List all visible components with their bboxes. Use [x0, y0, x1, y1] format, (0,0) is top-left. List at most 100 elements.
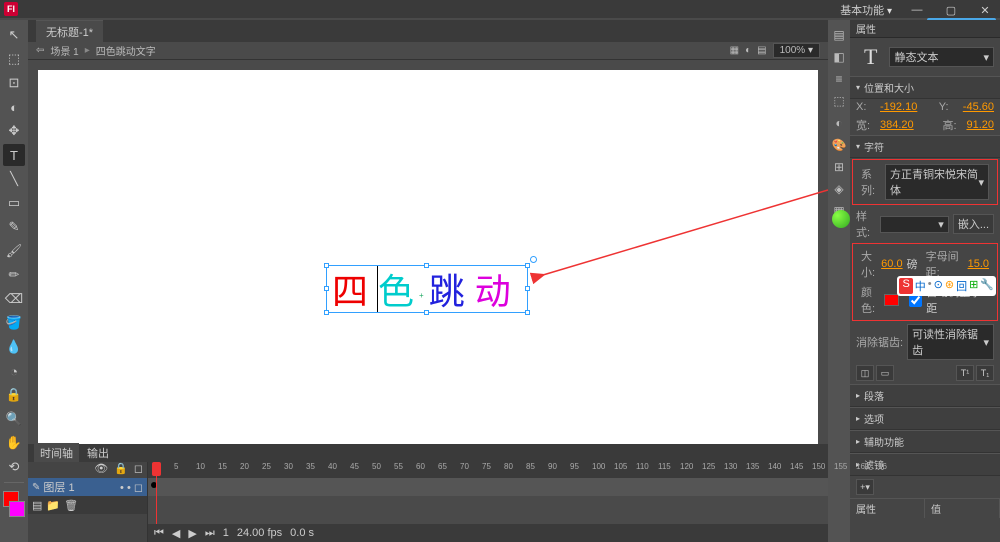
text-selection-box[interactable]: 四 色 + 跳 动 [326, 265, 528, 313]
char-1: 四 [327, 263, 373, 315]
crumb-icon[interactable]: ⇦ [36, 45, 44, 56]
brush-tool[interactable]: 🖌 [3, 240, 25, 262]
rail-icon-4[interactable]: ⬚ [830, 92, 848, 110]
output-tab[interactable]: 输出 [81, 443, 115, 463]
timeline-tab[interactable]: 时间轴 [34, 443, 79, 463]
size-value[interactable]: 60.0 [881, 258, 902, 270]
val-col-header: 值 [925, 499, 1000, 518]
play-prev[interactable]: ◀ [172, 527, 180, 540]
rectangle-tool[interactable]: ▭ [3, 192, 25, 214]
handle-mr[interactable] [525, 286, 530, 291]
workspace-dropdown[interactable]: 基本功能 ▾ [834, 0, 898, 20]
eraser-tool[interactable]: ⌫ [3, 288, 25, 310]
maximize-button[interactable]: ▢ [936, 1, 966, 19]
minimize-button[interactable]: — [902, 1, 932, 19]
h-value[interactable]: 91.20 [966, 119, 994, 131]
prop-col-header: 属性 [850, 499, 925, 518]
deco-tool[interactable]: ✏ [3, 264, 25, 286]
time-display: 0.0 s [290, 527, 314, 539]
outline-icon[interactable]: ◻ [134, 462, 143, 478]
handle-tl[interactable] [324, 263, 329, 268]
btn-4[interactable]: T₁ [976, 365, 994, 381]
play-first[interactable]: ⏮ [154, 527, 164, 540]
zoom-tool[interactable]: 🔍 [3, 408, 25, 430]
close-button[interactable]: ✕ [970, 1, 1000, 19]
new-layer-button[interactable]: ▤ [32, 499, 42, 512]
delete-layer-button[interactable]: 🗑 [64, 499, 78, 512]
rail-icon-8[interactable]: ◈ [830, 180, 848, 198]
text-type-dropdown[interactable]: 静态文本▾ [889, 47, 994, 67]
crumb-scene[interactable]: 场景 1 [50, 43, 78, 58]
font-dropdown[interactable]: 方正青铜宋悦宋简体▾ [885, 164, 989, 200]
bone-tool[interactable]: ◔ [3, 360, 25, 382]
embed-button[interactable]: 嵌入... [953, 214, 994, 234]
section-accessibility[interactable]: 辅助功能 [850, 430, 1000, 453]
btn-1[interactable]: ◫ [856, 365, 874, 381]
section-paragraph[interactable]: 段落 [850, 384, 1000, 407]
handle-tm[interactable] [424, 263, 429, 268]
rail-icon-7[interactable]: ⊞ [830, 158, 848, 176]
registration-point: + [419, 291, 424, 300]
handle-rotate[interactable] [530, 256, 537, 263]
hand-tool[interactable]: ✋ [3, 432, 25, 454]
stage[interactable]: 四 色 + 跳 动 [38, 70, 818, 465]
rail-icon-1[interactable]: ▤ [830, 26, 848, 44]
selection-tool[interactable]: ↖ [3, 24, 25, 46]
rail-icon-3[interactable]: ≡ [830, 70, 848, 88]
crumb-tool-icon[interactable]: ▦ [730, 45, 739, 56]
handle-br[interactable] [525, 310, 530, 315]
antialias-dropdown[interactable]: 可读性消除锯齿▾ [907, 324, 994, 360]
y-value[interactable]: -45.60 [963, 101, 994, 113]
zoom-field[interactable]: 100% ▾ [773, 43, 820, 58]
rail-icon-2[interactable]: ◧ [830, 48, 848, 66]
visibility-icon[interactable]: 👁 [94, 462, 108, 478]
handle-bl[interactable] [324, 310, 329, 315]
crumb-clip[interactable]: 四色跳动文字 [96, 43, 156, 58]
add-filter-button[interactable]: +▾ [856, 479, 874, 495]
x-value[interactable]: -192.10 [880, 101, 917, 113]
handle-ml[interactable] [324, 286, 329, 291]
rail-icon-5[interactable]: ◐ [830, 114, 848, 132]
pencil-tool[interactable]: ✎ [3, 216, 25, 238]
tool-column: ↖ ⬚ ⊡ ◐ ✥ T ╲ ▭ ✎ 🖌 ✏ ⌫ 🪣 💧 ◔ 🔒 🔍 ✋ ⟲ [0, 20, 28, 542]
crumb-tool-icon2[interactable]: ◐ [745, 45, 751, 56]
section-options[interactable]: 选项 [850, 407, 1000, 430]
ime-toolbar[interactable]: S 中 • ⊙ ⊛ 回 ⊞ 🔧 [897, 276, 996, 296]
play-next[interactable]: ▶ [188, 527, 196, 540]
document-tab[interactable]: 无标题-1* [36, 20, 103, 43]
layer-row[interactable]: ✎ 图层 1• • ◻ [28, 478, 147, 496]
section-position[interactable]: 位置和大小 [850, 76, 1000, 99]
color-swatch[interactable] [884, 294, 899, 306]
text-tool[interactable]: T [3, 144, 25, 166]
crumb-tool-icon3[interactable]: ▤ [757, 45, 766, 56]
lock-icon[interactable]: 🔒 [114, 462, 128, 478]
swatch-controls[interactable] [3, 491, 25, 517]
rail-icon-6[interactable]: 🎨 [830, 136, 848, 154]
char-4: 动 [470, 263, 516, 315]
frame-ruler[interactable]: 1510152025303540455055606570758085909510… [148, 462, 828, 478]
section-character[interactable]: 字符 [850, 135, 1000, 158]
fps-display: 24.00 fps [237, 527, 282, 539]
spacing-value[interactable]: 15.0 [968, 258, 989, 270]
pen-tool[interactable]: ✥ [3, 120, 25, 142]
lasso-tool[interactable]: ◐ [3, 96, 25, 118]
free-transform-tool[interactable]: ⊡ [3, 72, 25, 94]
btn-2[interactable]: ▭ [876, 365, 894, 381]
bind-tool[interactable]: 🔒 [3, 384, 25, 406]
section-filters[interactable]: 滤镜 [850, 453, 1000, 476]
btn-3[interactable]: T¹ [956, 365, 974, 381]
line-tool[interactable]: ╲ [3, 168, 25, 190]
stroke-swatch[interactable] [9, 501, 25, 517]
new-folder-button[interactable]: 📁 [46, 499, 60, 512]
bucket-tool[interactable]: 🪣 [3, 312, 25, 334]
frame-track[interactable] [148, 478, 828, 496]
rotate-tool[interactable]: ⟲ [3, 456, 25, 478]
eyedropper-tool[interactable]: 💧 [3, 336, 25, 358]
play-last[interactable]: ⏭ [205, 527, 215, 540]
properties-tab[interactable]: 属性 [850, 20, 1000, 38]
style-dropdown[interactable]: ▾ [880, 216, 949, 233]
handle-tr[interactable] [525, 263, 530, 268]
handle-bm[interactable] [424, 310, 429, 315]
w-value[interactable]: 384.20 [880, 119, 914, 131]
subselect-tool[interactable]: ⬚ [3, 48, 25, 70]
